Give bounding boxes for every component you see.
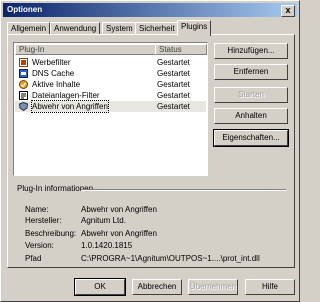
plugin-status: Gestartet: [157, 91, 190, 100]
ok-button[interactable]: OK: [74, 278, 126, 296]
start-plugin-button[interactable]: Starten: [214, 87, 288, 103]
info-value-name: Abwehr von Angriffen: [81, 205, 157, 214]
list-item[interactable]: Werbefilter Gestartet: [15, 57, 206, 68]
info-value-version: 1.0.1420.1815: [81, 241, 133, 250]
list-header: Plug-In Status: [15, 44, 207, 55]
tab-plugins[interactable]: Plugins: [177, 20, 212, 36]
plugin-status: Gestartet: [157, 58, 190, 67]
plugin-status: Gestartet: [157, 102, 190, 111]
properties-button[interactable]: Eigenschaften...: [213, 129, 289, 147]
apply-button[interactable]: Übernehmen: [188, 279, 238, 295]
window-title: Optionen: [7, 5, 43, 14]
list-item[interactable]: Abwehr von Angriffen Gestartet: [15, 100, 206, 113]
info-label-name: Name:: [25, 205, 49, 214]
plugin-name: Werbefilter: [32, 58, 71, 67]
title-bar[interactable]: Optionen x: [3, 3, 297, 17]
column-header-status[interactable]: Status: [155, 44, 207, 55]
plugin-name: Dateianlagen-Filter: [32, 91, 100, 100]
plugin-status: Gestartet: [157, 69, 190, 78]
column-header-plugin[interactable]: Plug-In: [15, 44, 156, 55]
cancel-button[interactable]: Abbrechen: [132, 279, 182, 295]
add-plugin-button[interactable]: Hinzufügen...: [214, 43, 288, 59]
list-item[interactable]: DNS Cache Gestartet: [15, 68, 206, 79]
dns-cache-icon: [19, 69, 28, 78]
attachment-filter-icon: [19, 91, 28, 100]
info-label-vendor: Hersteller:: [25, 216, 62, 225]
options-dialog: Optionen x Allgemein Anwendung System Si…: [0, 0, 300, 302]
plugin-status: Gestartet: [157, 80, 190, 89]
help-button[interactable]: Hilfe: [245, 279, 295, 295]
attack-defense-icon: [19, 102, 28, 111]
close-button[interactable]: x: [281, 5, 295, 17]
info-value-description: Abwehr von Angriffen: [81, 229, 157, 238]
close-icon: x: [285, 5, 291, 15]
plugin-name: Abwehr von Angriffen: [31, 100, 109, 113]
list-item[interactable]: Dateianlagen-Filter Gestartet: [15, 90, 206, 101]
info-label-description: Beschreibung:: [25, 229, 77, 238]
plugin-list[interactable]: Plug-In Status Werbefilter Gestartet DNS…: [13, 42, 208, 176]
stop-plugin-button[interactable]: Anhalten: [214, 108, 288, 124]
ad-filter-icon: [19, 58, 28, 67]
active-content-icon: [19, 80, 28, 89]
info-label-path: Pfad: [25, 254, 42, 263]
plugin-name: DNS Cache: [32, 69, 75, 78]
info-label-version: Version:: [25, 241, 54, 250]
plugin-info-divider: [81, 189, 286, 191]
plugin-name: Aktive Inhalte: [32, 80, 81, 89]
remove-plugin-button[interactable]: Entfernen: [214, 64, 288, 80]
list-item[interactable]: Aktive Inhalte Gestartet: [15, 79, 206, 90]
info-value-path: C:\PROGRA~1\Agnitum\OUTPOS~1....\prot_in…: [81, 254, 260, 263]
info-value-vendor: Agnitum Ltd.: [81, 216, 126, 225]
